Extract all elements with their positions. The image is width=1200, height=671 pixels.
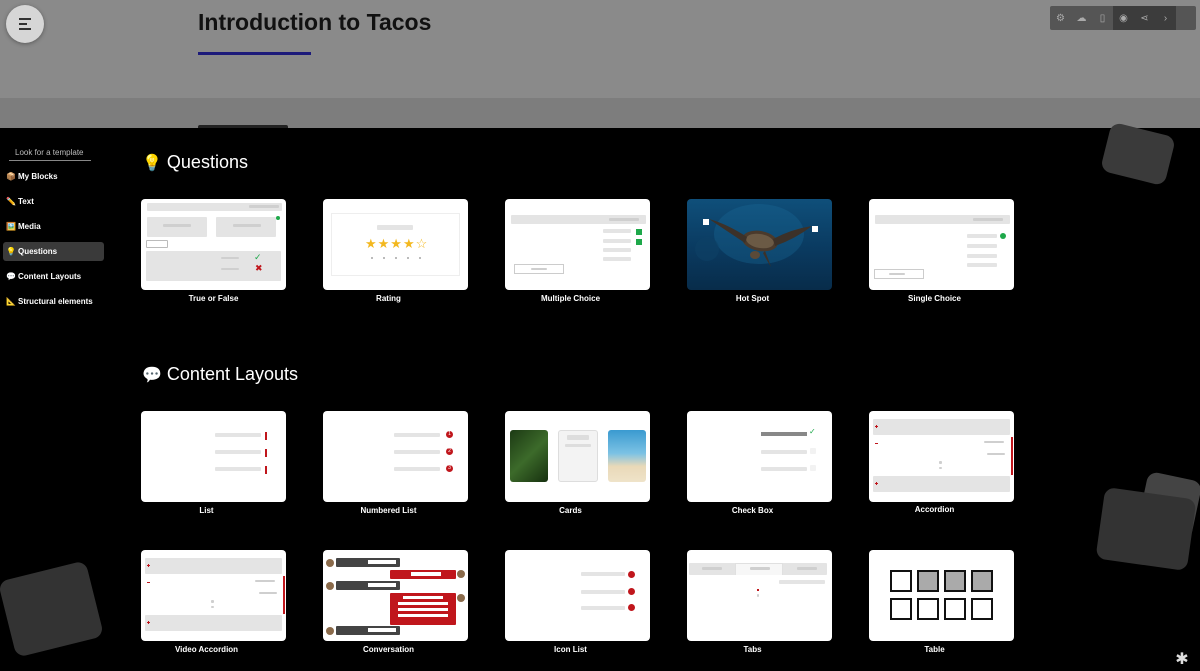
menu-button[interactable] — [6, 5, 44, 43]
sidebar-item-my-blocks[interactable]: 📦 My Blocks — [3, 167, 104, 186]
sidebar-item-label: Text — [18, 197, 34, 206]
decor-shape — [1099, 121, 1177, 187]
template-card-label: True or False — [188, 294, 239, 303]
lightbulb-icon: 💡 — [6, 247, 16, 256]
lightbulb-icon: 💡 — [142, 154, 162, 172]
book-icon[interactable]: ▯ — [1092, 6, 1113, 30]
sidebar-item-label: My Blocks — [18, 172, 58, 181]
decor-shape — [0, 560, 105, 658]
template-card-label: Numbered List — [360, 506, 417, 515]
sidebar-item-media[interactable]: 🖼️ Media — [3, 217, 104, 236]
template-card-accordion[interactable] — [869, 411, 1014, 502]
template-card-label: Rating — [376, 294, 401, 303]
template-card-label: Hot Spot — [735, 294, 770, 303]
decor-shape — [1095, 486, 1197, 572]
sea-turtle-image — [695, 204, 818, 267]
template-card-label: Icon List — [554, 645, 587, 654]
page-title: Introduction to Tacos — [198, 9, 432, 35]
title-underline — [198, 52, 311, 55]
template-card-label: Accordion — [914, 505, 955, 514]
editor-band — [0, 98, 1200, 128]
cross-icon: ✖ — [255, 263, 263, 273]
editor-toolbar: ⚙ ☁ ▯ ◉ ⋖ › — [1050, 6, 1196, 30]
template-card-list[interactable] — [141, 411, 286, 502]
gear-icon[interactable]: ✱ — [1168, 647, 1196, 671]
template-card-single-choice[interactable] — [869, 199, 1014, 290]
template-card-cards[interactable] — [505, 411, 650, 502]
speech-bubble-icon: 💬 — [6, 272, 16, 281]
template-card-label: Check Box — [731, 506, 774, 515]
template-card-hot-spot[interactable] — [687, 199, 832, 290]
sidebar-item-label: Media — [18, 222, 41, 231]
sidebar-item-text[interactable]: ✏️ Text — [3, 192, 104, 211]
exit-icon[interactable]: › — [1155, 6, 1176, 30]
section-title-text: Content Layouts — [166, 364, 299, 384]
template-card-label: Cards — [559, 506, 582, 515]
template-card-icon-list[interactable] — [505, 550, 650, 641]
sidebar-item-content-layouts[interactable]: 💬 Content Layouts — [3, 267, 104, 286]
speech-bubble-icon: 💬 — [142, 366, 162, 384]
page: Introduction to Tacos ⚙ ☁ ▯ ◉ ⋖ › 📦My Bl… — [0, 0, 1200, 671]
sidebar-item-label: Questions — [18, 247, 58, 256]
image-icon: 🖼️ — [6, 222, 16, 231]
sidebar-item-label: Content Layouts — [18, 272, 82, 281]
template-card-label: Single Choice — [908, 294, 961, 303]
sidebar-item-structural-elements[interactable]: 📐 Structural elements — [3, 292, 104, 311]
template-card-check-box[interactable]: ✓ — [687, 411, 832, 502]
box-icon: 📦 — [6, 172, 16, 181]
template-card-label: Tabs — [743, 645, 762, 654]
template-card-true-or-false[interactable]: ✓ ✖ — [141, 199, 286, 290]
triangle-ruler-icon: 📐 — [6, 297, 16, 306]
section-title-questions: 💡 Questions — [142, 152, 248, 173]
check-icon: ✓ — [809, 427, 816, 436]
template-card-multiple-choice[interactable] — [505, 199, 650, 290]
settings-icon[interactable]: ⚙ — [1050, 6, 1071, 30]
share-icon[interactable]: ⋖ — [1134, 6, 1155, 30]
template-card-label: Video Accordion — [174, 645, 239, 654]
sidebar-item-label: Structural elements — [18, 297, 93, 306]
template-card-tabs[interactable] — [687, 550, 832, 641]
template-card-rating[interactable]: ★★★★☆ — [323, 199, 468, 290]
eye-icon[interactable]: ◉ — [1113, 6, 1134, 30]
check-icon: ✓ — [254, 252, 262, 262]
sidebar-nav: 📦 My Blocks ✏️ Text 🖼️ Media 💡 Questions 💬 Co… — [3, 167, 104, 317]
editor-background: Introduction to Tacos ⚙ ☁ ▯ ◉ ⋖ › — [0, 0, 1200, 128]
template-search-input[interactable] — [9, 144, 91, 161]
template-card-label: List — [199, 506, 214, 515]
template-card-label: Table — [924, 645, 945, 654]
menu-icon — [19, 18, 31, 20]
template-card-video-accordion[interactable] — [141, 550, 286, 641]
pencil-icon: ✏️ — [6, 197, 16, 206]
template-card-conversation[interactable] — [323, 550, 468, 641]
template-card-table[interactable] — [869, 550, 1014, 641]
beach-image — [608, 430, 646, 482]
template-card-label: Conversation — [362, 645, 415, 654]
leaf-image — [510, 430, 548, 482]
section-title-text: Questions — [166, 152, 248, 172]
hidden-heading-peek — [198, 122, 298, 128]
cloud-upload-icon[interactable]: ☁ — [1071, 6, 1092, 30]
star-rating-icon: ★★★★☆ — [365, 236, 429, 251]
section-title-content-layouts: 💬 Content Layouts — [142, 364, 298, 385]
template-card-numbered-list[interactable]: 1 2 3 — [323, 411, 468, 502]
template-card-label: Multiple Choice — [540, 294, 601, 303]
sidebar-item-questions[interactable]: 💡 Questions — [3, 242, 104, 261]
